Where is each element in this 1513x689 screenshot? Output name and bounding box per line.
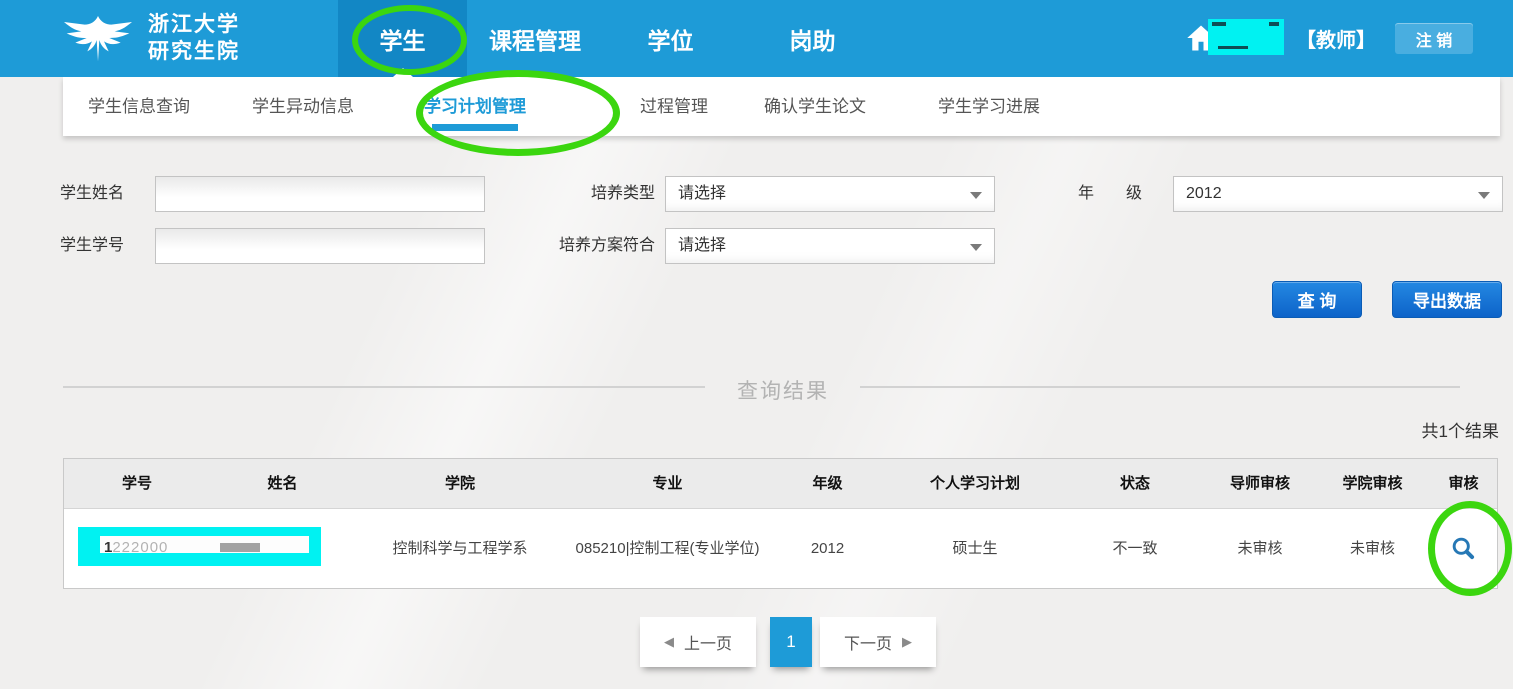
magnifier-review-icon[interactable] [1450,535,1477,562]
next-page-button[interactable]: 下一页 ▶ [820,617,936,667]
nav-item-post-assist[interactable]: 岗助 [775,0,850,77]
university-logo-icon [58,7,138,69]
cell-grade: 2012 [770,509,885,588]
training-plan-select[interactable]: 请选择 [665,228,995,264]
cell-advisor-review: 未审核 [1205,509,1315,588]
page-number-current[interactable]: 1 [770,617,812,667]
pagination: ◀ 上一页 1 下一页 ▶ [640,617,936,667]
export-data-button[interactable]: 导出数据 [1392,281,1502,318]
logo-text-line1: 浙江大学 [148,11,240,38]
results-section-title: 查询结果 [713,375,853,405]
student-name-label: 学生姓名 [60,176,124,212]
col-header-advisor-review: 导师审核 [1205,459,1315,508]
cell-personal-plan: 硕士生 [885,509,1065,588]
nav-item-label: 学位 [648,22,694,56]
chevron-down-icon [1478,192,1490,199]
tab-confirm-student-thesis[interactable]: 确认学生论文 [764,77,866,136]
cell-college: 控制科学与工程学系 [355,509,565,588]
university-logo: 浙江大学 研究生院 [58,7,240,69]
app-window: 浙江大学 研究生院 学生 课程管理 学位 岗助 【教师】 注 销 学生信息 [0,0,1513,689]
logout-button[interactable]: 注 销 [1395,23,1473,54]
tab-student-info-query[interactable]: 学生信息查询 [88,77,190,136]
chevron-down-icon [970,192,982,199]
cell-review-action [1430,509,1497,588]
tab-student-study-progress[interactable]: 学生学习进展 [938,77,1040,136]
col-header-personal-plan: 个人学习计划 [885,459,1065,508]
col-header-grade: 年级 [770,459,885,508]
student-id-input[interactable] [155,228,485,264]
prev-arrow-icon: ◀ [664,634,674,650]
prev-page-button[interactable]: ◀ 上一页 [640,617,756,667]
nav-item-course-management[interactable]: 课程管理 [470,0,600,77]
training-plan-label: 培养方案符合 [530,228,655,264]
col-header-college: 学院 [355,459,565,508]
tab-student-change-info[interactable]: 学生异动信息 [252,77,354,136]
cell-status: 不一致 [1065,509,1205,588]
prev-page-label: 上一页 [684,630,732,654]
training-type-value: 请选择 [678,185,726,202]
tab-study-plan-management[interactable]: 学习计划管理 [424,77,526,136]
training-type-select[interactable]: 请选择 [665,176,995,212]
redacted-name-smudge [220,543,260,552]
user-role-label: 【教师】 [1296,24,1376,53]
divider-left [63,386,705,388]
redaction-visible-strip: 1222000 [100,536,309,553]
student-id-label: 学生学号 [60,228,124,264]
nav-item-student[interactable]: 学生 [338,0,467,77]
active-nav-notch [393,68,413,77]
next-page-label: 下一页 [844,630,892,654]
logo-text-line2: 研究生院 [148,38,240,65]
cell-major: 085210|控制工程(专业学位) [565,509,770,588]
cell-college-review: 未审核 [1315,509,1430,588]
col-header-name: 姓名 [210,459,355,508]
training-type-label: 培养类型 [530,176,655,212]
col-header-college-review: 学院审核 [1315,459,1430,508]
grade-value: 2012 [1186,185,1222,202]
query-button[interactable]: 查 询 [1272,281,1362,318]
redacted-username [1208,19,1284,55]
result-count: 共1个结果 [1422,417,1499,442]
divider-right [860,386,1460,388]
top-header: 浙江大学 研究生院 学生 课程管理 学位 岗助 【教师】 注 销 [0,0,1513,77]
training-plan-value: 请选择 [678,237,726,254]
student-name-input[interactable] [155,176,485,212]
next-arrow-icon: ▶ [902,634,912,650]
nav-item-degree[interactable]: 学位 [628,0,713,77]
chevron-down-icon [970,244,982,251]
sub-navigation: 学生信息查询 学生异动信息 学习计划管理 过程管理 确认学生论文 学生学习进展 [63,77,1500,136]
nav-item-label: 岗助 [790,22,836,56]
col-header-status: 状态 [1065,459,1205,508]
table-header-row: 学号 姓名 学院 专业 年级 个人学习计划 状态 导师审核 学院审核 审核 [64,459,1497,509]
grade-select[interactable]: 2012 [1173,176,1503,212]
nav-item-label: 课程管理 [489,22,581,56]
col-header-major: 专业 [565,459,770,508]
col-header-student-id: 学号 [64,459,210,508]
tab-process-management[interactable]: 过程管理 [640,77,708,136]
redacted-student-identity: 1222000 [78,527,321,566]
col-header-review: 审核 [1430,459,1497,508]
nav-item-label: 学生 [380,22,426,56]
results-table: 学号 姓名 学院 专业 年级 个人学习计划 状态 导师审核 学院审核 审核 控制… [63,458,1498,589]
grade-label: 年 级 [1078,176,1142,212]
